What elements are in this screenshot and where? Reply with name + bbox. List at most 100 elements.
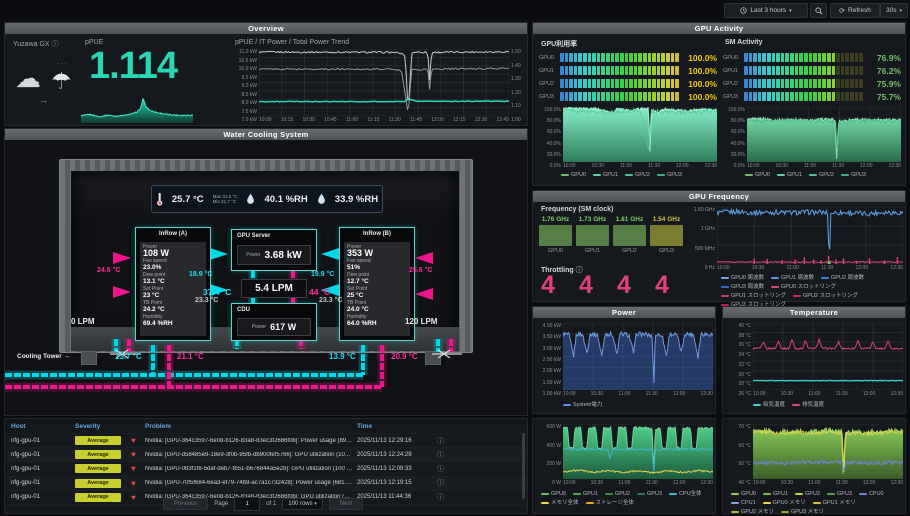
site-label: Yuzawa GX ⓘ xyxy=(13,39,59,49)
legend-item[interactable]: CPU全体 xyxy=(669,491,702,498)
gauge-value: 76.9% xyxy=(867,53,901,63)
cdu-title: CDU xyxy=(232,304,316,314)
previous-button[interactable]: Previous xyxy=(163,498,208,510)
frequency-stat: 1.81 GHzGPU2 xyxy=(613,216,646,254)
legend-item[interactable]: GPU0 周波数 xyxy=(721,275,764,282)
legend-item[interactable]: 排気温度 xyxy=(792,402,824,409)
humidity-2: 33.9 %RH xyxy=(335,194,378,205)
time-range-picker[interactable]: Last 3 hours ▾ xyxy=(724,3,808,18)
flow-rate-value: 5.4 LPM xyxy=(255,283,293,294)
metric-value: 51% xyxy=(347,264,407,271)
legend-item[interactable]: GPU0 xyxy=(731,491,756,498)
info-icon[interactable]: ⓘ xyxy=(437,436,451,446)
cooling-tower-label: Cooling Tower → xyxy=(17,353,70,360)
legend-item[interactable]: GPU2 xyxy=(625,172,650,179)
legend-item[interactable]: GPU2 メモリ xyxy=(731,509,774,516)
gpu-activity-header[interactable]: GPU Activity xyxy=(533,23,905,34)
env-sensor-bar: 25.7 °C Max 31.6 °CMin 21.7 °C 40.1 %RH … xyxy=(151,185,383,213)
table-row[interactable]: nfg-gpu-01Average♥Nvidia: [GPU-d58485e9-… xyxy=(5,448,527,462)
temperature-legend: 吸気温度排気温度 xyxy=(753,402,903,409)
severity-badge: Average xyxy=(75,479,121,488)
info-icon[interactable]: ⓘ xyxy=(437,464,451,474)
legend-item[interactable]: 吸気温度 xyxy=(753,402,785,409)
temperature-header[interactable]: Temperature xyxy=(723,307,905,318)
y-axis: 600 W400 W200 W0 W xyxy=(537,424,563,486)
util-chart: 100.0%80.0%60.0%40.0%20.0%0.0%10:0010:30… xyxy=(537,107,717,169)
legend-item[interactable]: CPU1 xyxy=(731,500,756,507)
cell-time: 2025/11/13 12:29:16 xyxy=(357,438,437,444)
inrow-b-title: InRow (B) xyxy=(340,228,414,238)
legend-item[interactable]: GPU1 xyxy=(573,491,598,498)
legend-item[interactable]: System電力 xyxy=(563,402,602,409)
zoom-out-button[interactable] xyxy=(810,3,827,18)
legend-item[interactable]: GPU3 xyxy=(841,172,866,179)
legend-item[interactable]: GPU0 xyxy=(541,491,566,498)
y-axis: 11.0 kW10.5 kW10.0 kW9.5 kW9.0 kW8.5 kW8… xyxy=(233,49,259,123)
inrow-b-cabinet: InRow (B) Power 353 W Fan speed51%Dew po… xyxy=(339,227,415,341)
gauge-label: GPU2 xyxy=(723,81,744,87)
legend-item[interactable]: GPU1 スロットリング xyxy=(721,293,786,300)
gauge-label: GPU1 xyxy=(723,68,744,74)
cdu-right-temp: 23.3 °C xyxy=(319,297,342,304)
legend-item[interactable]: GPU2 スロットリング xyxy=(793,293,858,300)
gauge-row: GPU2100.0% xyxy=(539,77,717,90)
legend-item[interactable]: GPU3 xyxy=(637,491,662,498)
legend-item[interactable]: GPU3 xyxy=(827,491,852,498)
room-temp: 25.7 °C xyxy=(172,194,204,205)
legend-item[interactable]: GPU1 周波数 xyxy=(771,275,814,282)
legend-item[interactable]: GPU1 メモリ xyxy=(813,500,856,507)
frequency-stat: 1.76 GHzGPU0 xyxy=(539,216,572,254)
frequency-stat: 1.73 GHzGPU1 xyxy=(576,216,609,254)
gauge-row: GPU076.9% xyxy=(723,51,901,64)
legend-item[interactable]: GPU0 xyxy=(561,172,586,179)
led-bar-gauge xyxy=(744,53,863,62)
legend-item[interactable]: GPU3 周波数 xyxy=(721,284,764,291)
table-row[interactable]: nfg-gpu-01Average♥Nvidia: [GPU-70f5f684-… xyxy=(5,477,527,491)
legend-item[interactable]: ストレージ全体 xyxy=(586,500,634,507)
metric-value: 12.7 °C xyxy=(347,278,407,285)
legend-item[interactable]: GPU0 スロットリング xyxy=(771,284,836,291)
col-host[interactable]: Host xyxy=(11,423,75,430)
alerts-panel: Host Severity Problem Time nfg-gpu-01Ave… xyxy=(4,418,528,514)
x-axis: 10:0010:3011:0011:3012:0012:30 xyxy=(753,390,903,397)
gpu-server-power: 3.68 kW xyxy=(264,250,301,261)
cdu-cabinet: CDU Power 617 W xyxy=(231,303,317,341)
col-time[interactable]: Time xyxy=(357,423,437,430)
refresh-interval: 30s xyxy=(886,7,896,14)
legend-item[interactable]: GPU1 xyxy=(593,172,618,179)
table-row[interactable]: nfg-gpu-01Average♥Nvidia: [GPU-364c3597-… xyxy=(5,434,527,448)
table-scrollbar[interactable] xyxy=(522,433,525,499)
power-chart: 4.00 kW3.50 kW3.00 kW2.50 kW2.00 kW1.50 … xyxy=(537,323,713,397)
cold-flow-arrow xyxy=(321,248,339,260)
info-icon[interactable]: ⓘ xyxy=(437,450,451,460)
cell-problem: Nvidia: [GPU-364c3597-6e0d-b126-83a8-83e… xyxy=(145,438,357,444)
info-icon[interactable]: ⓘ xyxy=(52,41,59,48)
legend-item[interactable]: GPU3 xyxy=(657,172,682,179)
legend-item[interactable]: GPU0 xyxy=(745,172,770,179)
legend-item[interactable]: GPU2 xyxy=(605,491,630,498)
legend-item[interactable]: メモリ全体 xyxy=(541,500,579,507)
table-row[interactable]: nfg-gpu-01Average♥Nvidia: [GPU-083f1f8-5… xyxy=(5,462,527,476)
gpu-frequency-header[interactable]: GPU Frequency xyxy=(533,191,905,202)
legend-item[interactable]: GPU2 xyxy=(795,491,820,498)
power-header[interactable]: Power xyxy=(533,307,715,318)
next-button[interactable]: Next xyxy=(329,498,363,510)
legend-item[interactable]: GPU2 周波数 xyxy=(821,275,864,282)
legend-item[interactable]: GPU2 xyxy=(809,172,834,179)
col-severity[interactable]: Severity xyxy=(75,423,131,430)
legend-item[interactable]: GPU1 xyxy=(763,491,788,498)
rows-per-page-select[interactable]: 100 rows ▾ xyxy=(282,498,323,510)
refresh-button[interactable]: ⟳ Refresh xyxy=(830,3,880,18)
inrow-a-outlet-temp: 18.9 °C xyxy=(189,271,212,278)
legend-item[interactable]: GPU3 メモリ xyxy=(781,509,824,516)
legend-item[interactable]: GPU0 メモリ xyxy=(763,500,806,507)
info-icon[interactable]: ⓘ xyxy=(437,478,451,488)
overview-panel-header[interactable]: Overview xyxy=(5,23,527,34)
throttle-count: 4 xyxy=(541,271,579,300)
refresh-interval-picker[interactable]: 30s ▾ xyxy=(880,3,908,18)
page-input[interactable] xyxy=(234,497,260,511)
legend-item[interactable]: GPU1 xyxy=(777,172,802,179)
legend-item[interactable]: CPU0 xyxy=(859,491,884,498)
cooling-panel-header[interactable]: Water Cooling System xyxy=(5,129,527,140)
col-problem[interactable]: Problem xyxy=(145,423,357,430)
